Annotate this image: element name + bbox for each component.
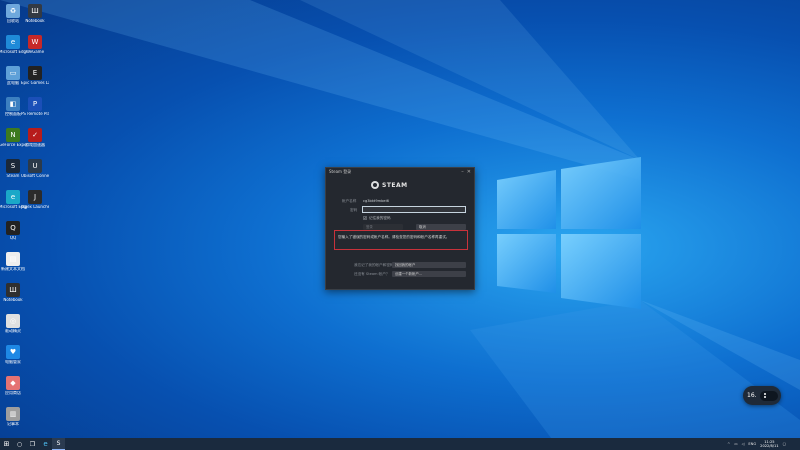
desktop-app-icon: ♻ bbox=[6, 4, 20, 18]
widget-control[interactable] bbox=[759, 390, 778, 401]
taskbar: ⊞ ○ ❐ e S ^ ▭ ◁ ENG 11:25 2022/8/11 ▢ bbox=[0, 438, 800, 450]
desktop-icon[interactable]: J Jagex Launcher bbox=[21, 190, 49, 209]
desktop-icon[interactable]: ◆ 应用商店 bbox=[0, 376, 26, 395]
forgot-label: 我忘记了我的帐户和密码？ bbox=[354, 263, 398, 267]
close-button[interactable]: ✕ bbox=[467, 169, 471, 175]
text-cursor-icon: Ι bbox=[394, 206, 396, 213]
desktop-icon-label: 新建文本文档 bbox=[1, 267, 25, 271]
steam-login-dialog: Steam 登录 – ✕ STEAM 帐户名称 cg3bkt9mbei6 密码 … bbox=[325, 167, 475, 290]
desktop-app-icon: ✓ bbox=[28, 128, 42, 142]
desktop-app-icon: ▥ bbox=[6, 407, 20, 421]
desktop-icon[interactable]: PPS Remote Play bbox=[21, 97, 49, 116]
desktop-app-icon: ▤ bbox=[6, 252, 20, 266]
volume-icon[interactable]: ◁ bbox=[742, 442, 745, 446]
search-icon: ○ bbox=[16, 440, 23, 448]
desktop-app-icon: W bbox=[28, 35, 42, 49]
tray-chevron-icon[interactable]: ^ bbox=[727, 442, 730, 446]
desktop-icon-label: WeGame bbox=[25, 50, 45, 54]
desktop-app-icon: P bbox=[28, 97, 42, 111]
desktop-icon[interactable]: ▤ 新建文本文档 bbox=[0, 252, 26, 271]
minimize-button[interactable]: – bbox=[461, 169, 464, 175]
dialog-titlebar[interactable]: Steam 登录 – ✕ bbox=[326, 168, 474, 176]
edge-icon: e bbox=[43, 440, 48, 448]
error-message: 您输入了错误的密码或帐户名称。请检查您的密码和帐户名称再重试。 bbox=[334, 230, 468, 250]
floating-widget[interactable]: 16. bbox=[743, 386, 781, 405]
desktop-app-icon: ▭ bbox=[6, 66, 20, 80]
desktop-icon-label: Ubisoft Connect bbox=[21, 174, 49, 178]
desktop-app-icon: Q bbox=[6, 221, 20, 235]
taskbar-edge[interactable]: e bbox=[39, 438, 52, 450]
password-label: 密码 bbox=[350, 208, 358, 212]
search-button[interactable]: ○ bbox=[13, 438, 26, 450]
desktop-app-icon: ♥ bbox=[6, 345, 20, 359]
desktop-app-icon: ◆ bbox=[6, 376, 20, 390]
desktop-app-icon: S bbox=[6, 159, 20, 173]
desktop-icon-label: 记事本 bbox=[7, 422, 19, 426]
desktop-app-icon: U bbox=[28, 159, 42, 173]
desktop-icon[interactable]: EEpic Games Launcher bbox=[21, 66, 49, 85]
desktop-app-icon: N bbox=[6, 128, 20, 142]
desktop-app-icon: ◎ bbox=[6, 314, 20, 328]
no-account-label: 还没有 Steam 帐户？ bbox=[354, 272, 390, 276]
desktop-app-icon: Ш bbox=[6, 283, 20, 297]
desktop-app-icon: Ш bbox=[28, 4, 42, 18]
desktop-app-icon: J bbox=[28, 190, 42, 204]
desktop-icon-label: 游戏加速器 bbox=[25, 143, 45, 147]
desktop-icon-label: Notebook bbox=[3, 298, 23, 302]
windows-start-icon: ⊞ bbox=[3, 440, 10, 448]
password-input[interactable]: Ι bbox=[362, 206, 466, 213]
steam-logo-icon bbox=[371, 181, 379, 189]
desktop-icon[interactable]: Q QQ bbox=[0, 221, 26, 240]
notification-icon[interactable]: ▢ bbox=[783, 442, 786, 446]
clock[interactable]: 11:25 2022/8/11 bbox=[760, 440, 778, 449]
forgot-account-button[interactable]: 找回我的帐户 bbox=[392, 262, 466, 268]
desktop-app-icon: ◧ bbox=[6, 97, 20, 111]
widget-value: 16. bbox=[747, 392, 757, 399]
desktop-icon[interactable]: W WeGame bbox=[22, 35, 48, 54]
account-value[interactable]: cg3bkt9mbei6 bbox=[363, 199, 389, 203]
desktop-icon[interactable]: ▥ 记事本 bbox=[0, 407, 26, 426]
start-button[interactable]: ⊞ bbox=[0, 438, 13, 450]
desktop-icon-label: 电脑管家 bbox=[5, 360, 21, 364]
desktop-icon-label: QQ bbox=[9, 236, 17, 240]
desktop-icon[interactable]: ✓ 游戏加速器 bbox=[22, 128, 48, 147]
desktop-icon-label: Epic Games Launcher bbox=[21, 81, 49, 85]
dialog-title: Steam 登录 bbox=[329, 169, 352, 174]
taskview-icon: ❐ bbox=[29, 440, 36, 448]
desktop-icon[interactable]: Ш Notebook bbox=[22, 4, 48, 23]
desktop-icon-label: Jagex Launcher bbox=[21, 205, 49, 209]
desktop-icon-label: PS Remote Play bbox=[21, 112, 49, 116]
desktop-icon[interactable]: UUbisoft Connect bbox=[21, 159, 49, 178]
steam-brand-text: STEAM bbox=[382, 181, 408, 189]
remember-checkbox[interactable]: ✓ bbox=[363, 216, 367, 220]
taskview-button[interactable]: ❐ bbox=[26, 438, 39, 450]
steam-icon: S bbox=[56, 440, 61, 447]
desktop-icon[interactable]: ◎ 驱动精灵 bbox=[0, 314, 26, 333]
desktop-icon-label: Notebook bbox=[25, 19, 45, 23]
taskbar-steam[interactable]: S bbox=[52, 438, 65, 450]
account-label: 帐户名称 bbox=[342, 199, 357, 203]
desktop-icon-label: 应用商店 bbox=[5, 391, 21, 395]
desktop-app-icon: E bbox=[28, 66, 42, 80]
remember-label: 记住我的密码 bbox=[369, 216, 391, 220]
desktop-icon[interactable]: ♥ 电脑管家 bbox=[0, 345, 26, 364]
desktop-app-icon: e bbox=[6, 35, 20, 49]
create-account-button[interactable]: 创建一个新帐户... bbox=[392, 271, 466, 277]
system-tray: ^ ▭ ◁ ENG 11:25 2022/8/11 ▢ bbox=[727, 438, 786, 450]
desktop-icon[interactable]: Ш Notebook bbox=[0, 283, 26, 302]
desktop-app-icon: e bbox=[6, 190, 20, 204]
desktop-icon-label: 驱动精灵 bbox=[5, 329, 21, 333]
steam-logo: STEAM bbox=[371, 181, 408, 189]
ime-indicator[interactable]: ENG bbox=[748, 442, 756, 446]
network-icon[interactable]: ▭ bbox=[734, 442, 737, 446]
clock-date: 2022/8/11 bbox=[760, 444, 779, 448]
